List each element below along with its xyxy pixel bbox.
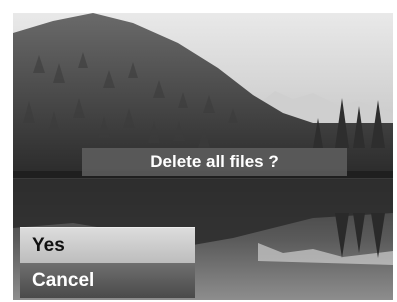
cancel-option[interactable]: Cancel: [20, 264, 195, 298]
delete-confirm-message: Delete all files ?: [82, 148, 347, 176]
yes-option[interactable]: Yes: [20, 227, 195, 263]
camera-screen: Delete all files ? Yes Cancel: [0, 0, 397, 302]
